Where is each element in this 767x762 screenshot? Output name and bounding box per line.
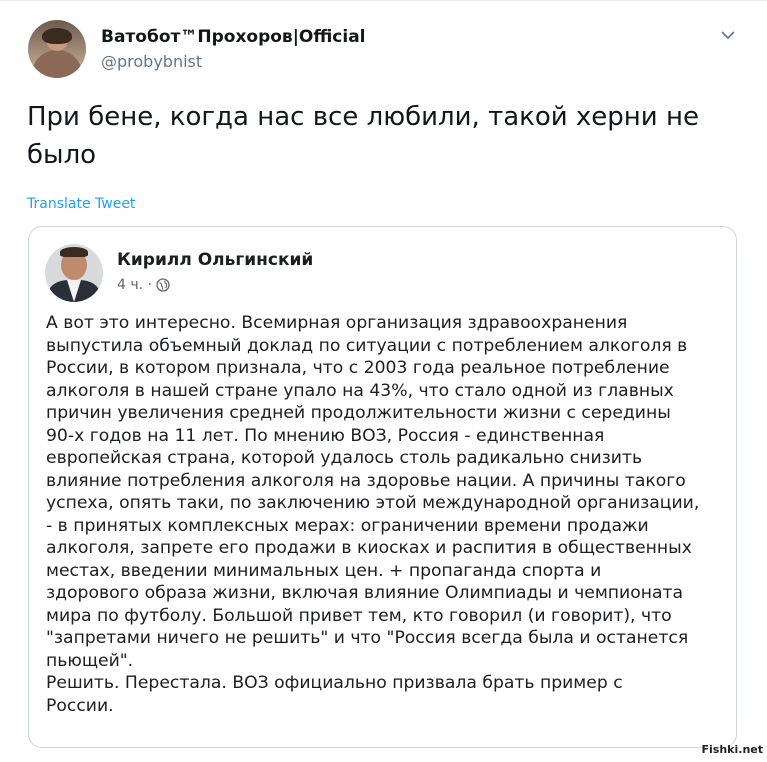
post-line: выпустила объемный доклад по ситуации с … — [46, 335, 688, 356]
post-line: - в принятых комплексных мерах: ограниче… — [46, 515, 649, 536]
post-line: мира по футболу. Большой привет тем, кто… — [46, 605, 672, 626]
post-line: здорового образа жизни, включая влияние … — [46, 583, 684, 603]
post-line: "запретами ничего не решить" и что "Росс… — [46, 628, 689, 648]
post-line: европейская страна, которой удалось стол… — [46, 448, 643, 468]
avatar-hair — [42, 28, 72, 44]
author-avatar[interactable] — [28, 20, 86, 78]
post-line: местах, введении минимальных цен. + проп… — [46, 560, 602, 581]
translate-tweet-link[interactable]: Translate Tweet — [27, 196, 135, 212]
post-line: успеха, опять таки, по заключению этой м… — [46, 493, 700, 513]
post-line: алкоголя в нашей стране упало на 43%, чт… — [46, 380, 674, 401]
tweet-text: При бене, когда нас все любили, такой хе… — [27, 102, 699, 170]
top-divider — [0, 0, 767, 1]
post-line: алкоголя, запрете его продажи в киосках … — [46, 538, 692, 558]
embedded-post-text: А вот это интересно. Всемирная организац… — [46, 312, 726, 717]
post-line: причин увеличения средней продолжительно… — [46, 403, 671, 423]
chevron-down-icon[interactable] — [718, 25, 738, 45]
post-line: пьющей". — [46, 650, 134, 671]
post-line: 90-х годов на 11 лет. По мнению ВОЗ, Рос… — [46, 425, 605, 446]
post-line: России. — [46, 695, 114, 716]
embedded-author-avatar — [45, 244, 103, 302]
post-line: А вот это интересно. Всемирная организац… — [46, 313, 628, 333]
post-line: России, в котором признала, что с 2003 г… — [46, 358, 670, 378]
post-line: влияние потребления алкоголя на здоровье… — [46, 470, 686, 491]
avatar-hair — [60, 247, 88, 257]
author-handle[interactable]: @probybnist — [101, 52, 202, 71]
post-line: Решить. Перестала. ВОЗ официально призва… — [46, 673, 623, 693]
post-time: 4 ч. · — [117, 277, 152, 293]
embedded-post-meta: 4 ч. · — [117, 277, 170, 293]
embedded-author-name: Кирилл Ольгинский — [117, 250, 314, 270]
author-name[interactable]: Ватобот™Прохоров|Official — [101, 27, 366, 47]
watermark: Fishki.net — [701, 743, 763, 756]
globe-icon — [156, 278, 170, 292]
